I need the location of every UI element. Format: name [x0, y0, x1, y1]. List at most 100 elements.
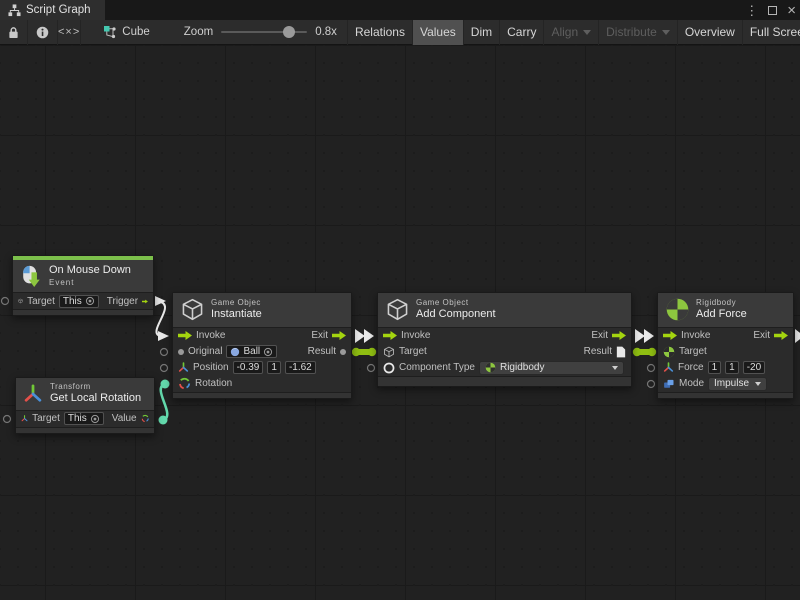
transform-icon — [21, 413, 28, 424]
node-header[interactable]: On Mouse Down Event — [13, 260, 153, 292]
relations-button[interactable]: Relations — [347, 20, 412, 45]
close-icon[interactable]: × — [787, 3, 796, 18]
node-instantiate[interactable]: Game Objec Instantiate Invoke Exit Origi… — [172, 292, 352, 399]
object-picker-icon[interactable] — [85, 296, 95, 306]
tab-script-graph[interactable]: Script Graph — [0, 0, 105, 20]
invoke-flow-port[interactable] — [383, 331, 397, 340]
chevron-down-icon — [583, 30, 591, 35]
fullscreen-button[interactable]: Full Screen — [742, 20, 800, 45]
node-get-local-rotation[interactable]: Transform Get Local Rotation Target — [15, 377, 155, 434]
invoke-flow-port[interactable] — [663, 331, 677, 340]
node-title: On Mouse Down — [49, 264, 131, 278]
menu-dots-icon[interactable]: ⋮ — [745, 4, 758, 17]
port-label: Position — [193, 362, 229, 373]
port-on-mouse-down-target[interactable] — [2, 298, 9, 305]
port-label: Value — [112, 413, 137, 424]
info-icon — [36, 26, 49, 39]
position-y-field[interactable]: 1 — [267, 361, 281, 374]
graph-reference[interactable]: Cube — [103, 25, 150, 39]
port-label: Exit — [311, 330, 328, 341]
node-title: Instantiate — [211, 308, 262, 322]
force-x-field[interactable]: 1 — [708, 361, 722, 374]
transform-icon — [23, 384, 43, 404]
carry-button[interactable]: Carry — [499, 20, 543, 45]
node-title: Get Local Rotation — [50, 392, 141, 406]
dropdown-caret-icon — [755, 382, 761, 386]
flow-connection-icon[interactable] — [635, 329, 645, 343]
overview-button[interactable]: Overview — [677, 20, 742, 45]
target-object-field[interactable]: This — [64, 412, 104, 425]
distribute-button[interactable]: Distribute — [598, 20, 677, 45]
port-add-component-type[interactable] — [368, 365, 375, 372]
node-title: Add Force — [696, 308, 747, 322]
object-picker-icon[interactable] — [263, 347, 273, 357]
exit-flow-port[interactable] — [612, 331, 626, 340]
position-x-field[interactable]: -0.39 — [233, 361, 264, 374]
node-header[interactable]: Transform Get Local Rotation — [16, 378, 154, 410]
node-subtitle: Event — [49, 278, 131, 288]
node-category: Rigidbody — [696, 298, 747, 308]
node-header[interactable]: Rigidbody Add Force — [658, 293, 793, 327]
node-footer — [13, 309, 153, 315]
node-header[interactable]: Game Objec Instantiate — [173, 293, 351, 327]
node-footer — [173, 392, 351, 398]
target-object-field[interactable]: This — [59, 295, 99, 308]
value-connection-endpoint — [368, 348, 376, 356]
game-object-icon — [383, 346, 395, 358]
port-get-local-rotation-target[interactable] — [4, 416, 11, 423]
node-footer — [378, 376, 631, 386]
mode-dropdown[interactable]: Impulse — [708, 377, 767, 391]
wire-value-to-rotation[interactable] — [161, 384, 168, 420]
node-add-component[interactable]: Game Object Add Component Invoke Exit Ta… — [377, 292, 632, 387]
flow-connection-icon[interactable] — [355, 329, 365, 343]
port-add-force-mode[interactable] — [648, 381, 655, 388]
exit-flow-port[interactable] — [332, 331, 346, 340]
port-instantiate-position[interactable] — [161, 365, 168, 372]
value-connection-endpoint — [633, 348, 641, 356]
vector3-icon — [663, 362, 674, 373]
wire-trigger-to-invoke[interactable] — [156, 302, 165, 336]
original-object-field[interactable]: Ball — [226, 345, 277, 358]
result-value-port[interactable] — [340, 349, 346, 355]
port-add-force-force[interactable] — [648, 365, 655, 372]
node-category: Game Object — [416, 298, 496, 308]
document-icon[interactable] — [616, 346, 626, 358]
value-connection-endpoint — [648, 348, 656, 356]
port-label: Invoke — [401, 330, 430, 341]
rigidbody-icon — [666, 298, 689, 321]
chevron-down-icon — [662, 30, 670, 35]
port-label: Result — [308, 346, 336, 357]
object-picker-icon[interactable] — [90, 414, 100, 424]
invoke-flow-port[interactable] — [178, 331, 192, 340]
ball-prefab-icon — [230, 347, 240, 357]
component-type-dropdown[interactable]: Rigidbody — [479, 361, 624, 375]
script-graph-window: Script Graph ⋮ × <×> — [0, 0, 800, 600]
dropdown-caret-icon — [612, 366, 618, 370]
flow-connection-icon[interactable] — [364, 329, 374, 343]
code-view-button[interactable]: <×> — [58, 20, 81, 45]
zoom-slider-knob[interactable] — [283, 26, 295, 38]
node-title: Add Component — [416, 308, 496, 322]
port-label: Target — [32, 413, 60, 424]
position-z-field[interactable]: -1.62 — [285, 361, 316, 374]
node-add-force[interactable]: Rigidbody Add Force Invoke Exit — [657, 292, 794, 399]
toolbar-buttons: Relations Values Dim Carry Align Distrib… — [347, 20, 800, 45]
lock-button[interactable] — [0, 20, 28, 45]
align-button[interactable]: Align — [543, 20, 598, 45]
node-header[interactable]: Game Object Add Component — [378, 293, 631, 327]
trigger-flow-port[interactable] — [142, 297, 148, 306]
port-instantiate-original[interactable] — [161, 349, 168, 356]
graph-canvas[interactable]: On Mouse Down Event Target This — [0, 45, 800, 600]
rotation-value-port[interactable] — [141, 412, 149, 425]
window-controls: ⋮ × — [745, 0, 796, 20]
maximize-icon[interactable] — [768, 6, 777, 15]
info-button[interactable] — [28, 20, 58, 45]
force-z-field[interactable]: -20 — [743, 361, 765, 374]
dim-button[interactable]: Dim — [463, 20, 499, 45]
flow-connection-icon[interactable] — [644, 329, 654, 343]
values-button[interactable]: Values — [412, 20, 463, 45]
force-y-field[interactable]: 1 — [725, 361, 739, 374]
zoom-slider[interactable] — [221, 31, 307, 33]
exit-flow-port[interactable] — [774, 331, 788, 340]
node-on-mouse-down[interactable]: On Mouse Down Event Target This — [12, 255, 154, 316]
